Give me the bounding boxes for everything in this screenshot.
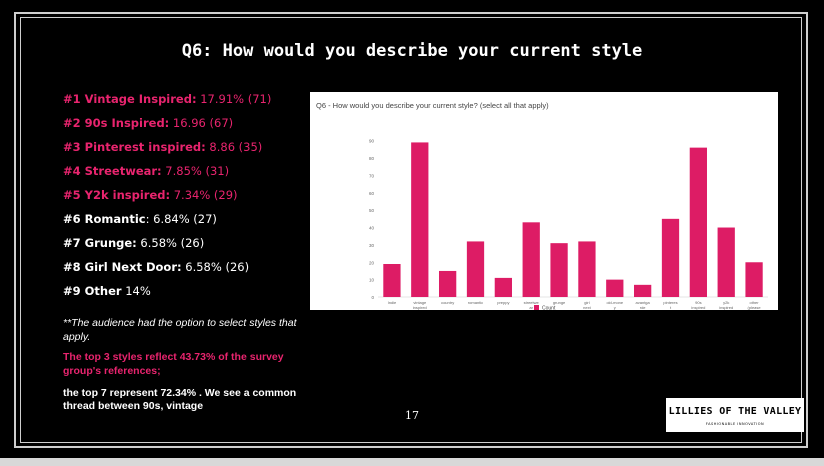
bar <box>606 279 624 297</box>
bar <box>717 227 735 297</box>
ranking-label: #7 Grunge: <box>63 236 137 250</box>
ranking-value: : 6.84% (27) <box>145 212 217 226</box>
bar <box>522 222 540 297</box>
page-number: 17 <box>405 409 419 422</box>
ranking-item: #5 Y2k inspired: 7.34% (29) <box>63 187 271 211</box>
top7-highlight: the top 7 represent 72.34% . We see a co… <box>63 387 297 412</box>
ranking-list: #1 Vintage Inspired: 17.91% (71) #2 90s … <box>63 91 271 307</box>
y-tick-label: 50 <box>369 208 375 213</box>
ranking-item: #4 Streetwear: 7.85% (31) <box>63 163 271 187</box>
ranking-label: #8 Girl Next Door: <box>63 260 182 274</box>
bar-chart-panel: Q6 - How would you describe your current… <box>310 92 778 315</box>
ranking-item: #8 Girl Next Door: 6.58% (26) <box>63 259 271 283</box>
ranking-label: #4 Streetwear: <box>63 164 162 178</box>
x-tick-label: y <box>614 305 616 310</box>
ranking-value: 17.91% (71) <box>196 92 272 106</box>
ranking-label: #9 Other <box>63 284 122 298</box>
x-tick-label: ar <box>529 305 533 310</box>
logo-subtext: FASHIONABLE INNOVATION <box>705 422 765 426</box>
bar-chart: Q6 - How would you describe your current… <box>316 101 768 315</box>
ranking-item: #3 Pinterest inspired: 8.86 (35) <box>63 139 271 163</box>
bar <box>745 262 763 297</box>
ranking-value: 8.86 (35) <box>205 140 263 154</box>
ranking-label: #5 Y2k inspired: <box>63 188 171 202</box>
ranking-label: #2 90s Inspired: <box>63 116 170 130</box>
ranking-item: #2 90s Inspired: 16.96 (67) <box>63 115 271 139</box>
x-tick-label: Indie <box>388 300 397 305</box>
chart-title: Q6 - How would you describe your current… <box>316 101 549 110</box>
audience-note: **The audience had the option to select … <box>63 317 297 343</box>
y-tick-label: 70 <box>369 173 375 178</box>
bar <box>411 142 429 297</box>
ranking-label: #1 Vintage Inspired: <box>63 92 197 106</box>
slide-title: Q6: How would you describe your current … <box>181 41 643 61</box>
y-tick-label: 40 <box>369 226 375 231</box>
x-tick-label: inspired <box>413 305 427 310</box>
x-tick-label: grunge <box>553 300 566 305</box>
ranking-value: 6.58% (26) <box>181 260 250 274</box>
bar <box>383 264 401 297</box>
ranking-item: #9 Other 14% <box>63 283 271 307</box>
brand-logo: LILLIES OF THE VALLEY FASHIONABLE INNOVA… <box>666 398 804 432</box>
legend-label: Count <box>542 306 556 311</box>
ranking-value: 6.58% (26) <box>136 236 205 250</box>
bar <box>466 241 485 297</box>
y-tick-label: 20 <box>369 260 375 265</box>
ranking-label: #6 Romantic <box>63 212 146 226</box>
x-tick-label: inspired <box>691 305 705 310</box>
ranking-item: #1 Vintage Inspired: 17.91% (71) <box>63 91 271 115</box>
x-tick-label: preppy <box>497 300 509 305</box>
ranking-label: #3 Pinterest inspired: <box>63 140 206 154</box>
y-tick-label: 90 <box>369 139 375 144</box>
ranking-value: 7.85% (31) <box>161 164 230 178</box>
legend-swatch <box>534 305 539 310</box>
bar <box>689 147 707 297</box>
ranking-value: 14% <box>121 284 151 298</box>
bar <box>494 277 512 297</box>
x-tick-label: country <box>441 300 454 305</box>
bar <box>550 243 568 297</box>
ranking-item: #6 Romantic: 6.84% (27) <box>63 211 271 235</box>
y-tick-label: 10 <box>369 278 375 283</box>
slide: Q6: How would you describe your current … <box>0 0 824 458</box>
ranking-item: #7 Grunge: 6.58% (26) <box>63 235 271 259</box>
x-tick-label: rde <box>640 305 647 310</box>
bar <box>439 270 457 297</box>
ranking-value: 7.34% (29) <box>170 188 238 202</box>
ranking-value: 16.96 (67) <box>169 116 234 130</box>
top3-highlight: The top 3 styles reflect 43.73% of the s… <box>63 351 284 377</box>
x-tick-label: romantic <box>468 300 483 305</box>
y-tick-label: 30 <box>369 243 375 248</box>
y-tick-label: 80 <box>369 156 375 161</box>
bar <box>634 284 652 297</box>
bar <box>578 241 596 297</box>
x-tick-label: inspired <box>719 305 733 310</box>
bar <box>661 218 680 297</box>
logo-text: LILLIES OF THE VALLEY <box>668 406 802 417</box>
y-tick-label: 60 <box>369 191 375 196</box>
y-tick-label: 0 <box>371 295 374 300</box>
